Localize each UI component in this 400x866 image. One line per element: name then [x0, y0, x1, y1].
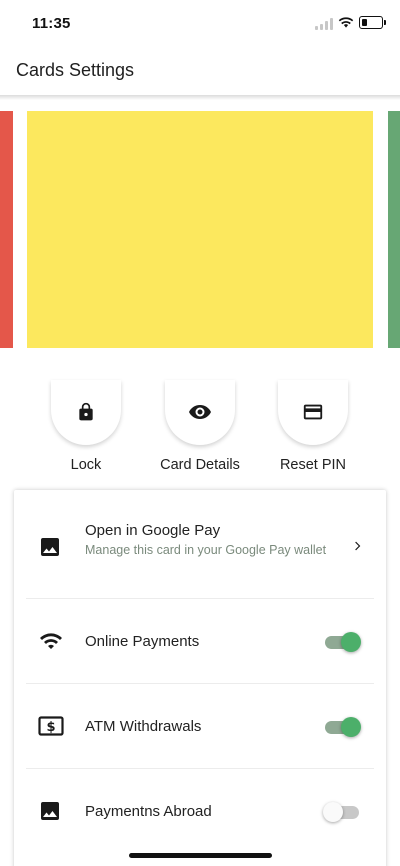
card-previous[interactable]	[0, 111, 13, 348]
status-bar: 11:35	[0, 0, 400, 48]
page-title: Cards Settings	[16, 60, 135, 80]
card-current[interactable]	[27, 111, 373, 348]
reset-pin-button-circle[interactable]	[278, 380, 348, 445]
atm-withdrawals-row[interactable]: $ ATM Withdrawals	[14, 684, 386, 768]
atm-withdrawals-label: ATM Withdrawals	[85, 718, 202, 735]
reset-pin-button[interactable]: Reset PIN	[253, 380, 373, 480]
payments-abroad-label: Paymentns Abroad	[85, 803, 212, 820]
home-indicator[interactable]	[129, 853, 272, 858]
payments-abroad-toggle[interactable]	[323, 801, 361, 822]
lock-icon	[79, 402, 93, 420]
google-pay-row[interactable]: Open in Google Pay Manage this card in y…	[14, 490, 386, 598]
battery-icon	[359, 16, 386, 29]
toggle-knob	[323, 802, 343, 822]
google-pay-title: Open in Google Pay	[85, 522, 221, 539]
payments-abroad-row[interactable]: Paymentns Abroad	[14, 769, 386, 853]
card-details-label: Card Details	[160, 457, 240, 473]
toggle-knob	[341, 717, 361, 737]
lock-label: Lock	[70, 457, 102, 473]
chevron-right-icon	[355, 541, 361, 551]
lock-button-circle[interactable]	[51, 380, 121, 445]
card-details-button[interactable]: Card Details	[140, 380, 260, 480]
eye-icon	[189, 404, 211, 419]
online-payments-toggle[interactable]	[325, 631, 361, 652]
wifi-status-icon	[338, 17, 354, 28]
app-bar-shadow	[0, 95, 400, 100]
image-icon	[41, 538, 59, 556]
reset-pin-label: Reset PIN	[279, 457, 347, 473]
online-payments-label: Online Payments	[85, 633, 200, 650]
online-payments-row[interactable]: Online Payments	[14, 599, 386, 683]
settings-list: Open in Google Pay Manage this card in y…	[14, 490, 386, 866]
card-carousel[interactable]	[0, 111, 400, 349]
toggle-knob	[341, 632, 361, 652]
status-time: 11:35	[32, 15, 71, 32]
atm-withdrawals-toggle[interactable]	[325, 716, 361, 737]
dollar-icon: $	[38, 716, 64, 736]
lock-button[interactable]: Lock	[26, 380, 146, 480]
google-pay-subtitle: Manage this card in your Google Pay wall…	[85, 543, 327, 557]
card-next[interactable]	[388, 111, 400, 348]
wifi-icon	[40, 633, 62, 649]
credit-card-icon	[303, 404, 323, 419]
cellular-signal-icon	[315, 18, 335, 30]
card-details-button-circle[interactable]	[165, 380, 235, 445]
card-actions: Lock Card Details Reset PIN	[0, 380, 400, 480]
svg-text:$: $	[46, 720, 55, 735]
app-bar: Cards Settings	[0, 48, 400, 95]
image-icon	[41, 802, 59, 820]
